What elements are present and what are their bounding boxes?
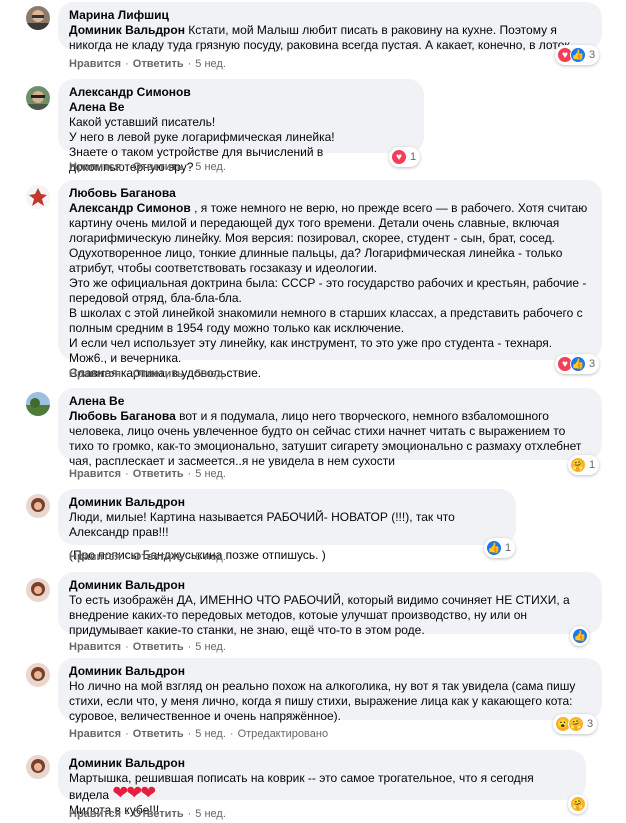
avatar[interactable] — [26, 494, 50, 518]
reaction-summary[interactable]: 🤗 1 — [568, 455, 600, 475]
like-button[interactable]: Нравится — [69, 641, 121, 653]
like-button[interactable]: Нравится — [69, 728, 121, 740]
avatar[interactable] — [26, 6, 50, 30]
comment-time[interactable]: 5 нед. — [195, 58, 226, 70]
reply-button[interactable]: Ответить — [133, 641, 184, 653]
heart-icon: ♥ — [391, 149, 407, 165]
comment-actions: Нравится · Ответить · 5 нед. — [69, 161, 226, 173]
comment-time[interactable]: 5 нед. — [195, 368, 226, 380]
care-icon: 🤗 — [570, 796, 586, 812]
reaction-summary[interactable]: 👍 1 — [484, 538, 516, 558]
comment-author[interactable]: Доминик Вальдрон — [69, 664, 591, 679]
comment-time[interactable]: 5 нед. — [195, 468, 226, 480]
reaction-summary[interactable]: 🤗 — [568, 794, 587, 814]
comment-author[interactable]: Александр Симонов — [69, 85, 413, 100]
care-icon: 🤗 — [570, 457, 586, 473]
avatar[interactable] — [26, 185, 50, 209]
comment-actions: Нравится · Ответить · 5 нед. — [69, 641, 226, 653]
avatar[interactable] — [26, 663, 50, 687]
comment-bubble: Марина Лифшиц Доминик Вальдрон Кстати, м… — [58, 2, 602, 52]
edited-label: Отредактировано — [237, 728, 329, 740]
comment-text: Это же официальная доктрина была: СССР -… — [69, 276, 587, 305]
comment-author[interactable]: Марина Лифшиц — [69, 8, 591, 23]
like-icon: 👍 — [572, 628, 588, 644]
reaction-summary[interactable]: ♥ 👍 3 — [555, 354, 600, 374]
comment-bubble: Доминик Вальдрон Но лично на мой взгляд … — [58, 658, 602, 723]
avatar[interactable] — [26, 578, 50, 602]
like-button[interactable]: Нравится — [69, 161, 121, 173]
like-button[interactable]: Нравится — [69, 368, 121, 380]
comment-actions: Нравится · Ответить · 5 нед. · Отредактировано — [69, 728, 329, 740]
comment-text: Какой уставший писатель! — [69, 115, 216, 129]
avatar[interactable] — [26, 392, 50, 416]
reaction-summary[interactable]: 👍 — [570, 626, 589, 646]
comment-author[interactable]: Доминик Вальдрон — [69, 578, 591, 593]
comment-bubble: Алена Ве Любовь Баганова вот и я подумал… — [58, 388, 602, 468]
comment-author[interactable]: Доминик Вальдрон — [69, 495, 505, 510]
comment-text: У него в левой руке логарифмическая лине… — [69, 130, 335, 144]
comment-time[interactable]: 5 нед. — [195, 808, 226, 820]
reaction-summary[interactable]: 😮 🤗 3 — [553, 714, 598, 734]
comment-time[interactable]: 5 нед. — [195, 161, 226, 173]
reaction-summary[interactable]: ♥ 1 — [389, 147, 421, 167]
reply-button[interactable]: Ответить — [133, 58, 184, 70]
care-icon: 🤗 — [568, 716, 584, 732]
comment-bubble: Любовь Баганова Александр Симонов , я то… — [58, 180, 602, 380]
comment-actions: Нравится · Ответить · 5 нед. — [69, 808, 226, 820]
avatar[interactable] — [26, 86, 50, 110]
comment-bubble: Доминик Вальдрон Мартышка, решившая попи… — [58, 750, 586, 817]
reaction-summary[interactable]: ♥ 👍 3 — [555, 45, 600, 65]
reply-button[interactable]: Ответить — [133, 161, 184, 173]
comment-bubble: Доминик Вальдрон Люди, милые! Картина на… — [58, 489, 516, 562]
like-icon: 👍 — [570, 356, 586, 372]
comment-time[interactable]: 5 нед. — [195, 551, 226, 563]
comment-bubble: Доминик Вальдрон То есть изображён ДА, И… — [58, 572, 602, 637]
comment-actions: Нравится · Ответить · 5 нед. — [69, 551, 226, 563]
mention-link[interactable]: Любовь Баганова — [69, 409, 176, 423]
comment-time[interactable]: 5 нед. — [195, 641, 226, 653]
reply-button[interactable]: Ответить — [133, 728, 184, 740]
comment-actions: Нравится · Ответить · 5 нед. — [69, 58, 226, 70]
comment-text: То есть изображён ДА, ИМЕННО ЧТО РАБОЧИЙ… — [69, 593, 570, 637]
reply-button[interactable]: Ответить — [133, 551, 184, 563]
like-button[interactable]: Нравится — [69, 58, 121, 70]
comment-actions: Нравится · Ответить · 5 нед. — [69, 368, 226, 380]
comment-text: Люди, милые! Картина называется РАБОЧИЙ-… — [69, 510, 455, 539]
comment-author[interactable]: Любовь Баганова — [69, 186, 591, 201]
like-button[interactable]: Нравится — [69, 808, 121, 820]
comment-text: Но лично на мой взгляд он реально похож … — [69, 679, 576, 723]
reply-button[interactable]: Ответить — [133, 468, 184, 480]
like-icon: 👍 — [570, 47, 586, 63]
avatar[interactable] — [26, 755, 50, 779]
comment-text: В школах с этой линейкой знакомили немно… — [69, 306, 583, 335]
heart-emoji: ❤❤❤ — [112, 783, 156, 804]
comment-time[interactable]: 5 нед. — [195, 728, 226, 740]
mention-link[interactable]: Александр Симонов — [69, 201, 191, 215]
comment-author[interactable]: Доминик Вальдрон — [69, 756, 575, 771]
mention-link[interactable]: Алена Ве — [69, 100, 413, 115]
comment-actions: Нравится · Ответить · 5 нед. — [69, 468, 226, 480]
comment-bubble: Александр Симонов Алена Ве Какой уставши… — [58, 79, 424, 174]
like-icon: 👍 — [486, 540, 502, 556]
comment-text: И если чел использует эту линейку, как и… — [69, 336, 553, 365]
reply-button[interactable]: Ответить — [133, 808, 184, 820]
like-button[interactable]: Нравится — [69, 468, 121, 480]
comment-author[interactable]: Алена Ве — [69, 394, 591, 409]
like-button[interactable]: Нравится — [69, 551, 121, 563]
mention-link[interactable]: Доминик Вальдрон — [69, 23, 185, 37]
reply-button[interactable]: Ответить — [133, 368, 184, 380]
